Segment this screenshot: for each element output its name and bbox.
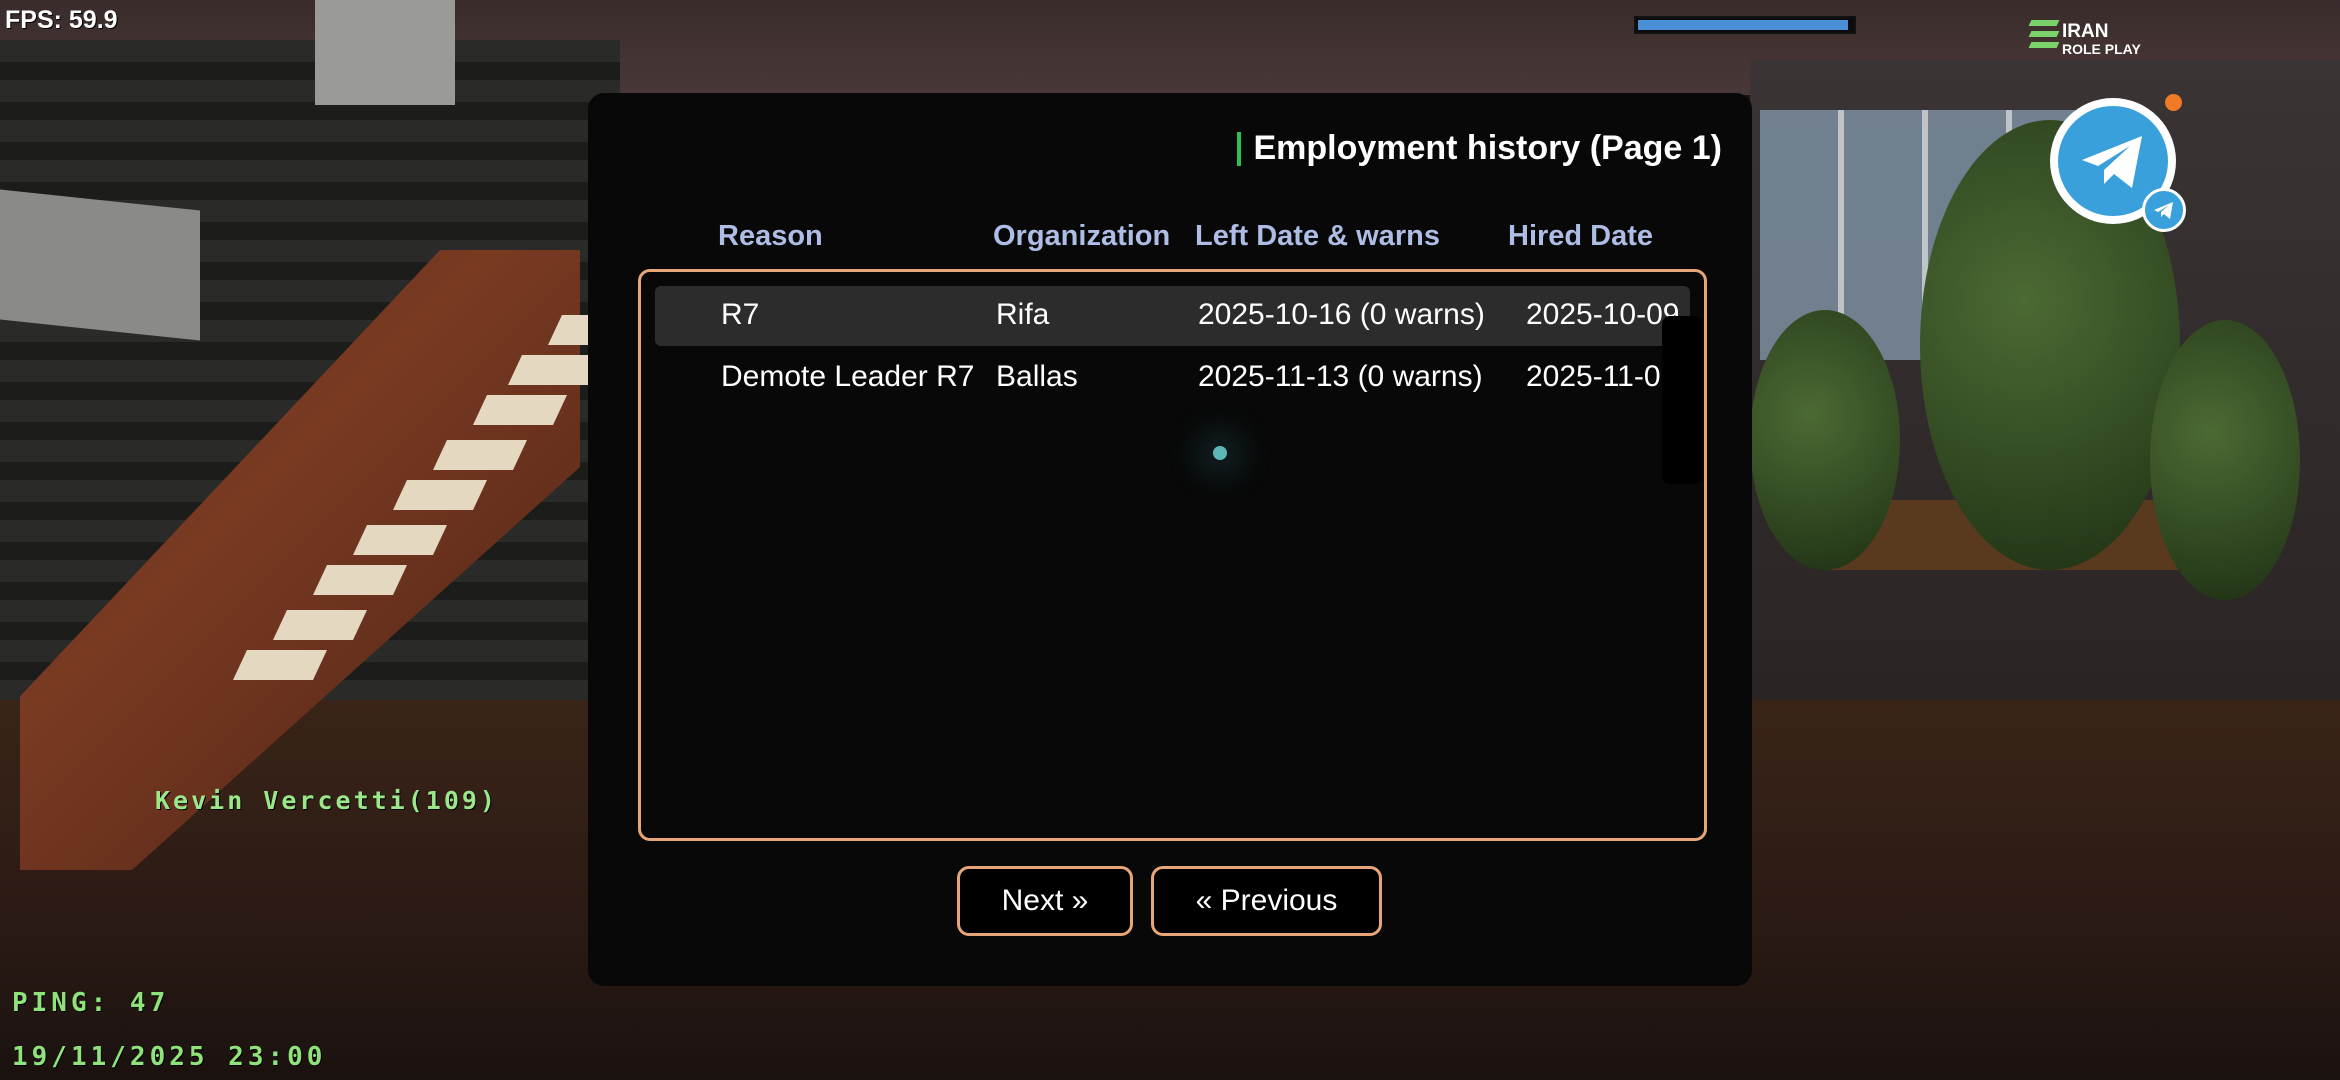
stair-step <box>233 650 327 680</box>
cell-reason: Demote Leader R7 <box>721 360 975 393</box>
cell-organization: Rifa <box>996 298 1050 331</box>
telegram-badge-icon <box>2142 188 2186 232</box>
fps-counter: FPS: 59.9 <box>5 6 118 34</box>
table-row[interactable]: R7 Rifa 2025-10-16 (0 warns) 2025-10-09 <box>655 286 1690 346</box>
plant <box>2150 320 2300 600</box>
ping-readout: PING: 47 <box>12 988 170 1018</box>
datetime-readout: 19/11/2025 23:00 <box>12 1042 327 1072</box>
list-scrollbar[interactable] <box>1662 316 1702 484</box>
table-row[interactable]: Demote Leader R7 Ballas 2025-11-13 (0 wa… <box>655 348 1690 408</box>
player-name-tag: Kevin Vercetti(109) <box>155 786 498 815</box>
history-list[interactable]: R7 Rifa 2025-10-16 (0 warns) 2025-10-09 … <box>638 269 1707 841</box>
wall-panel <box>315 0 455 105</box>
dialog-title: Employment history (Page 1) <box>1253 129 1722 167</box>
logo-subtitle: ROLE PLAY <box>2062 41 2141 57</box>
stair-step <box>313 565 407 595</box>
title-accent-bar <box>1237 131 1242 166</box>
stair-step <box>433 440 527 470</box>
plant <box>1750 310 1900 570</box>
column-header-hired-date: Hired Date <box>1508 220 1654 252</box>
stair-step <box>273 610 367 640</box>
cell-hired-date: 2025-10-09 <box>1526 298 1680 331</box>
column-header-reason: Reason <box>718 220 823 252</box>
health-bar <box>1634 16 1856 34</box>
cell-left-date: 2025-10-16 (0 warns) <box>1198 298 1485 331</box>
stair-step <box>353 525 447 555</box>
cell-hired-date: 2025-11-0 <box>1526 360 1661 393</box>
next-page-button[interactable]: Next » <box>957 866 1133 936</box>
loading-indicator <box>1213 446 1227 460</box>
previous-page-button[interactable]: « Previous <box>1151 866 1382 936</box>
stair-step <box>473 395 567 425</box>
employment-history-dialog: Employment history (Page 1) Reason Organ… <box>588 93 1752 986</box>
logo-title: IRAN <box>2062 21 2109 42</box>
column-header-left-date: Left Date & warns <box>1195 220 1440 252</box>
server-logo: IRAN ROLE PLAY <box>2028 16 2165 60</box>
column-header-organization: Organization <box>993 220 1171 252</box>
cell-reason: R7 <box>721 298 760 331</box>
stair-step <box>393 480 487 510</box>
cell-organization: Ballas <box>996 360 1078 393</box>
wall-panel <box>0 189 200 341</box>
health-bar-fill <box>1638 20 1848 30</box>
cell-left-date: 2025-11-13 (0 warns) <box>1198 360 1483 393</box>
logo-icon <box>2028 20 2060 54</box>
dialog-header: Employment history (Page 1) <box>1237 129 1722 168</box>
